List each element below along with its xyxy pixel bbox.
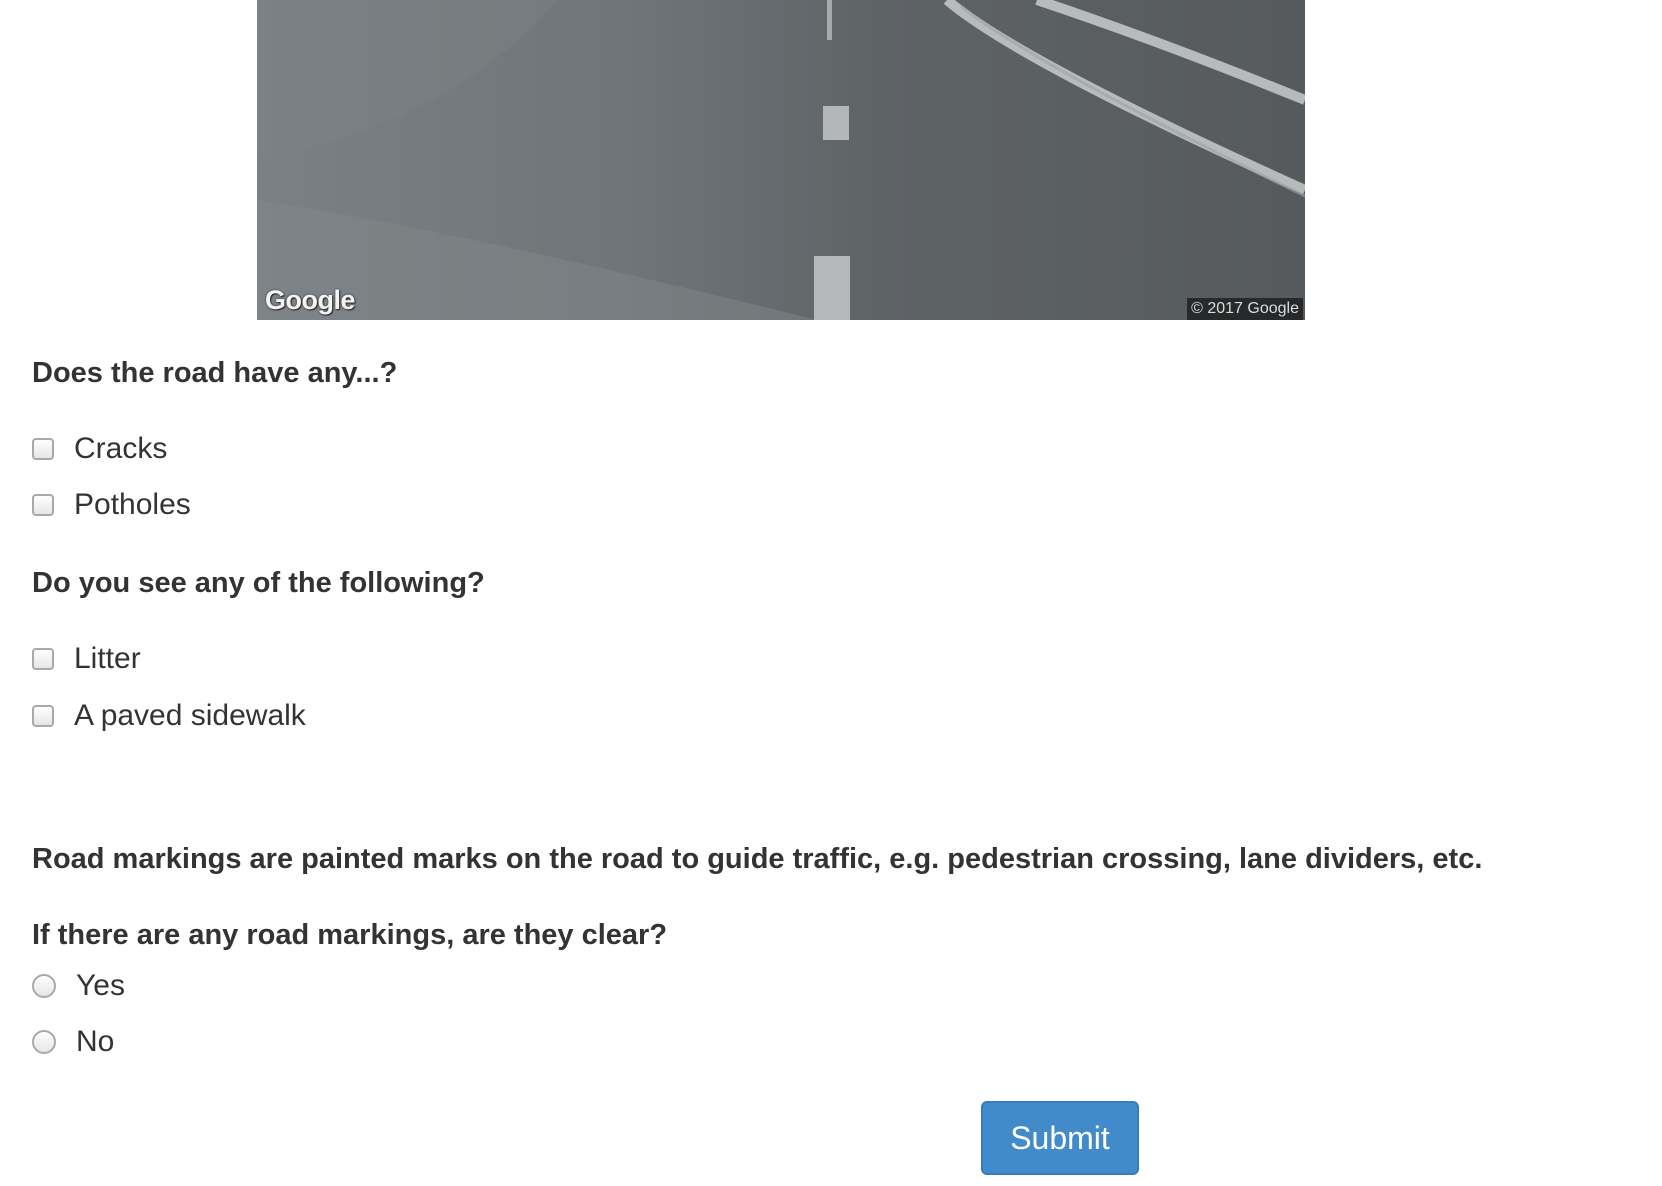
- checkbox-potholes[interactable]: [32, 494, 54, 516]
- checkbox-litter[interactable]: [32, 648, 54, 670]
- option-label: A paved sidewalk: [74, 699, 306, 732]
- street-view-image[interactable]: Google © 2017 Google: [257, 0, 1305, 320]
- question-road-defects: Does the road have any...?: [32, 357, 398, 389]
- radio-yes[interactable]: [32, 974, 56, 998]
- checkbox-cracks[interactable]: [32, 438, 54, 460]
- checkbox-paved-sidewalk[interactable]: [32, 705, 54, 727]
- question-markings-clear: If there are any road markings, are they…: [32, 919, 668, 951]
- google-logo: Google: [265, 285, 356, 315]
- option-label: Potholes: [74, 488, 191, 521]
- option-label: Cracks: [74, 432, 168, 465]
- option-label: Litter: [74, 642, 141, 675]
- road-photo: [257, 0, 1305, 320]
- option-potholes[interactable]: Potholes: [32, 488, 191, 522]
- copyright-label: © 2017 Google: [1187, 298, 1303, 320]
- option-yes[interactable]: Yes: [32, 969, 125, 1003]
- road-markings-info: Road markings are painted marks on the r…: [32, 843, 1483, 875]
- option-no[interactable]: No: [32, 1025, 114, 1059]
- option-paved-sidewalk[interactable]: A paved sidewalk: [32, 699, 306, 733]
- submit-button[interactable]: Submit: [981, 1101, 1139, 1175]
- option-label: Yes: [76, 969, 125, 1002]
- radio-no[interactable]: [32, 1030, 56, 1054]
- option-cracks[interactable]: Cracks: [32, 432, 167, 466]
- question-see-following: Do you see any of the following?: [32, 567, 485, 599]
- option-litter[interactable]: Litter: [32, 642, 141, 676]
- option-label: No: [76, 1025, 115, 1058]
